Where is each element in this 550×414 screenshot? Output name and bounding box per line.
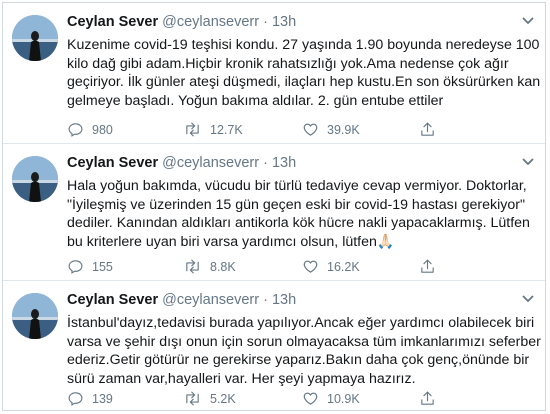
retweet-button[interactable]: 12.7K — [183, 121, 243, 138]
display-name[interactable]: Ceylan Sever — [67, 292, 158, 308]
avatar[interactable] — [12, 156, 58, 202]
reply-button[interactable]: 980 — [67, 121, 113, 138]
display-name[interactable]: Ceylan Sever — [67, 155, 158, 171]
share-button[interactable] — [419, 258, 444, 275]
heart-icon — [303, 392, 318, 405]
tweet-text: İstanbul'dayız,tedavisi burada yapılıyor… — [67, 315, 541, 387]
retweet-count: 12.7K — [210, 122, 243, 137]
like-button[interactable]: 10.9K — [302, 390, 360, 407]
chevron-down-icon[interactable] — [521, 16, 535, 26]
tweet-header: Ceylan Sever @ceylanseverr · 13h — [67, 292, 296, 308]
avatar[interactable] — [12, 15, 58, 61]
chevron-down-icon[interactable] — [521, 157, 535, 167]
like-count: 10.9K — [327, 391, 360, 406]
reply-icon — [68, 260, 83, 274]
timestamp[interactable]: 13h — [272, 155, 296, 171]
reply-button[interactable]: 139 — [67, 390, 113, 407]
retweet-icon — [186, 122, 199, 137]
share-icon — [421, 391, 434, 405]
tweet-header: Ceylan Sever @ceylanseverr · 13h — [67, 14, 296, 30]
retweet-count: 5.2K — [210, 391, 236, 406]
tweet[interactable]: Ceylan Sever @ceylanseverr · 13h Kuzenim… — [3, 3, 545, 144]
reply-count: 139 — [92, 391, 113, 406]
reply-icon — [68, 123, 83, 137]
tweet[interactable]: Ceylan Sever @ceylanseverr · 13h Hala yo… — [3, 144, 545, 281]
tweet-actions: 155 8.8K 16.2K — [67, 258, 537, 276]
share-button[interactable] — [419, 121, 444, 138]
tweet[interactable]: Ceylan Sever @ceylanseverr · 13h İstanbu… — [3, 281, 545, 410]
separator-dot: · — [263, 292, 268, 308]
like-button[interactable]: 39.9K — [302, 121, 360, 138]
timestamp[interactable]: 13h — [272, 292, 296, 308]
timestamp[interactable]: 13h — [272, 14, 296, 30]
separator-dot: · — [263, 14, 268, 30]
tweet-text: Hala yoğun bakımda, vücudu bir türlü ted… — [67, 178, 530, 250]
chevron-down-icon[interactable] — [521, 294, 535, 304]
reply-count: 155 — [92, 259, 113, 274]
like-button[interactable]: 16.2K — [302, 258, 360, 275]
avatar[interactable] — [12, 293, 58, 339]
heart-icon — [303, 123, 318, 136]
heart-icon — [303, 260, 318, 273]
tweet-actions: 139 5.2K 10.9K — [67, 390, 537, 408]
share-button[interactable] — [419, 390, 444, 407]
retweet-icon — [186, 259, 199, 274]
reply-icon — [68, 392, 83, 406]
share-icon — [421, 122, 434, 136]
retweet-count: 8.8K — [210, 259, 236, 274]
reply-count: 980 — [92, 122, 113, 137]
retweet-button[interactable]: 5.2K — [183, 390, 236, 407]
reply-button[interactable]: 155 — [67, 258, 113, 275]
like-count: 39.9K — [327, 122, 360, 137]
user-handle[interactable]: @ceylanseverr — [162, 14, 259, 30]
tweet-actions: 980 12.7K 39.9K — [67, 121, 537, 139]
like-count: 16.2K — [327, 259, 360, 274]
user-handle[interactable]: @ceylanseverr — [162, 292, 259, 308]
separator-dot: · — [263, 155, 268, 171]
tweet-header: Ceylan Sever @ceylanseverr · 13h — [67, 155, 296, 171]
display-name[interactable]: Ceylan Sever — [67, 14, 158, 30]
tweet-thread: Ceylan Sever @ceylanseverr · 13h Kuzenim… — [2, 2, 546, 411]
retweet-icon — [186, 391, 199, 406]
user-handle[interactable]: @ceylanseverr — [162, 155, 259, 171]
share-icon — [421, 259, 434, 273]
retweet-button[interactable]: 8.8K — [183, 258, 236, 275]
tweet-text: Kuzenime covid-19 teşhisi kondu. 27 yaşı… — [67, 37, 541, 109]
